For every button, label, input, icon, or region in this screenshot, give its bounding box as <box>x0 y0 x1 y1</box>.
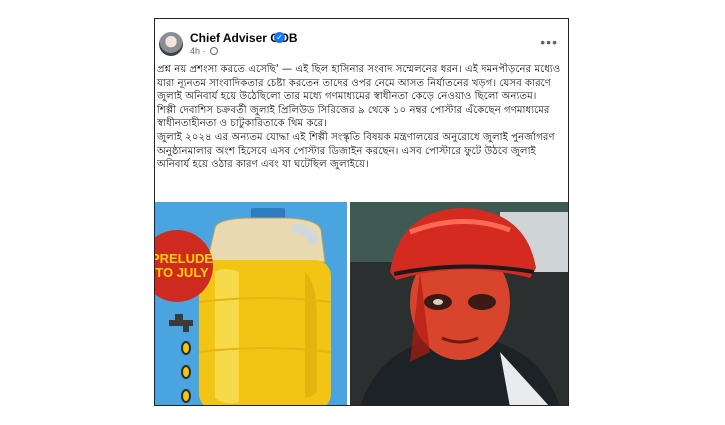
post-images: PRELUDE TO JULY <box>155 202 568 405</box>
post-time[interactable]: 4h <box>190 46 200 56</box>
more-options-icon[interactable]: ••• <box>540 34 558 50</box>
avatar[interactable] <box>159 32 183 56</box>
post-paragraph: জুলাই ২০২৪ এর অন্যতম যোদ্ধা এই শিল্পী সং… <box>157 131 555 171</box>
post-header: Chief Adviser GOB ✓ 4h · ••• <box>155 19 568 63</box>
post-text: প্রশ্ন নয় প্রশংসা করতে এসেছি' — এই ছিল … <box>155 63 567 213</box>
injured-journalist-poster-image[interactable] <box>350 202 568 405</box>
facebook-post: Chief Adviser GOB ✓ 4h · ••• প্রশ্ন নয় … <box>154 18 569 406</box>
post-paragraph: প্রশ্ন নয় প্রশংসা করতে এসেছি' — এই ছিল … <box>157 64 561 103</box>
verified-badge-icon: ✓ <box>274 32 285 43</box>
globe-icon <box>210 47 219 55</box>
meta-separator: · <box>202 46 206 56</box>
journalist-illustration <box>350 202 568 405</box>
post-meta: 4h · <box>190 46 219 56</box>
oil-bottle-poster-image[interactable]: PRELUDE TO JULY <box>155 202 347 405</box>
post-paragraph: শিল্পী দেবাশিস চক্রবর্তী জুলাই প্রিলিউড … <box>157 104 550 130</box>
